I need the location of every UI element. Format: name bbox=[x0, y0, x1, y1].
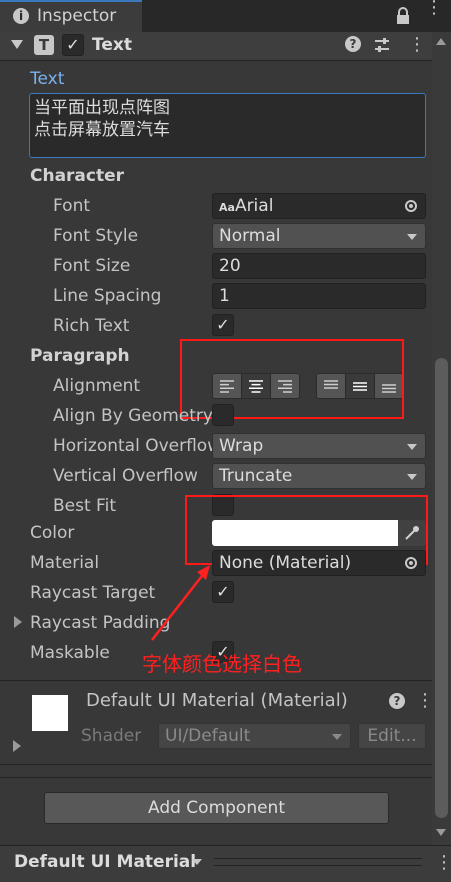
add-component-button[interactable]: Add Component bbox=[44, 792, 389, 824]
footer-chevron-down-icon[interactable] bbox=[192, 859, 202, 865]
shader-label: Shader bbox=[81, 726, 142, 746]
shader-edit-button[interactable]: Edit... bbox=[358, 723, 426, 749]
footer-drag-handle[interactable] bbox=[214, 858, 422, 866]
shader-value: UI/Default bbox=[165, 726, 251, 746]
material-panel-title: Default UI Material (Material) bbox=[86, 690, 348, 711]
annotation-text: 字体颜色选择白色 bbox=[142, 652, 302, 676]
shader-dropdown[interactable]: UI/Default bbox=[158, 723, 351, 749]
divider bbox=[0, 777, 432, 778]
material-menu-icon[interactable]: ⋮ bbox=[416, 690, 434, 711]
material-help-icon[interactable]: ? bbox=[389, 693, 405, 709]
footer-preview-label[interactable]: Default UI Material bbox=[14, 852, 196, 872]
chevron-down-icon bbox=[332, 734, 342, 740]
material-foldout-icon[interactable] bbox=[13, 740, 21, 752]
footer-menu-icon[interactable]: ⋮ bbox=[435, 852, 451, 873]
material-preview-thumbnail bbox=[32, 695, 68, 731]
divider bbox=[0, 680, 432, 681]
divider bbox=[0, 764, 432, 765]
